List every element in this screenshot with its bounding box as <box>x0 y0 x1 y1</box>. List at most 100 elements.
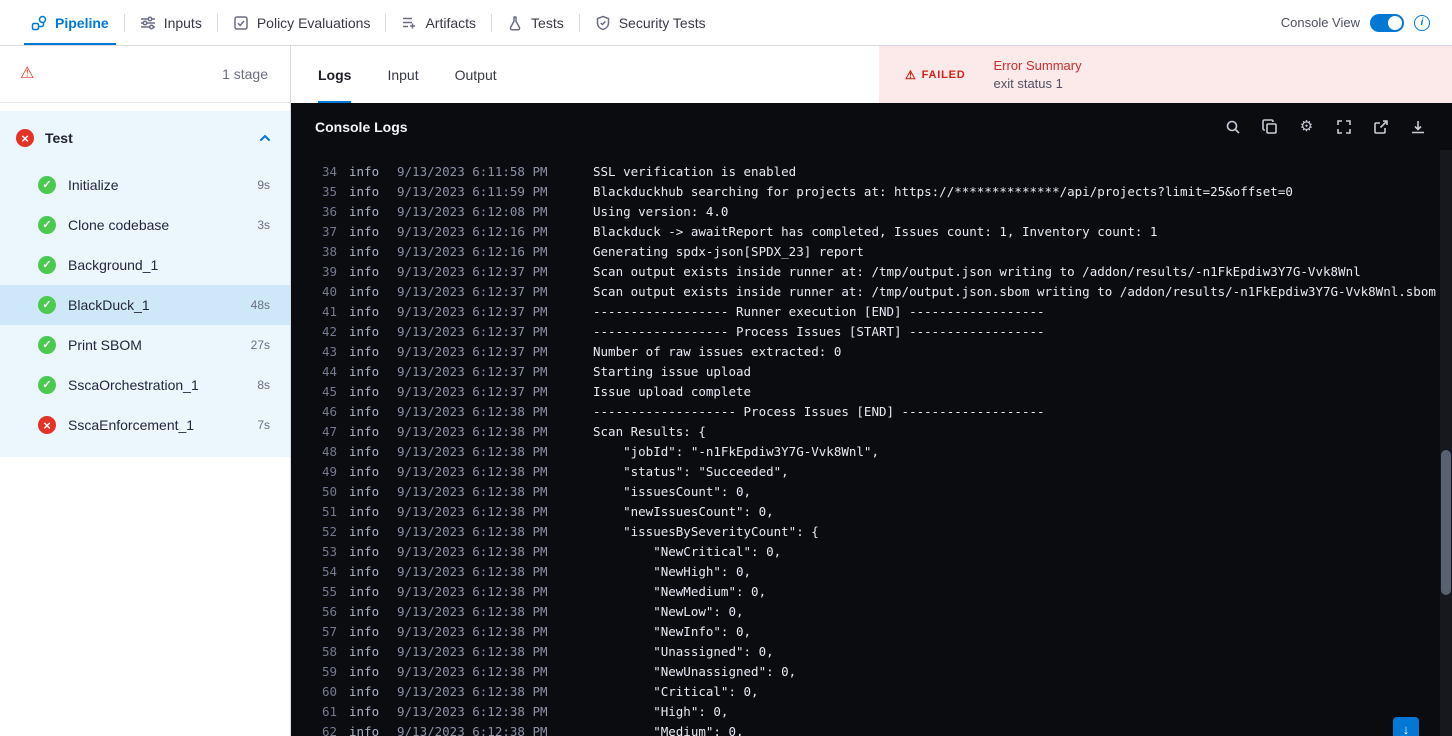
step-row[interactable]: ✓ Print SBOM 27s <box>0 325 290 365</box>
log-level: info <box>349 564 380 579</box>
log-line: 34 info 9/13/2023 6:11:58 PM SSL verific… <box>317 162 1422 182</box>
chevron-up-icon[interactable] <box>258 131 272 145</box>
failed-status-icon: × <box>16 129 34 147</box>
log-line-number: 44 <box>321 364 337 379</box>
log-message: "Critical": 0, <box>593 684 759 699</box>
tab-inputs-label: Inputs <box>163 14 202 31</box>
copy-icon[interactable] <box>1261 118 1278 135</box>
tab-logs[interactable]: Logs <box>318 46 352 103</box>
external-link-icon[interactable] <box>1372 118 1389 135</box>
log-message: "NewMedium": 0, <box>593 584 767 599</box>
step-duration: 3s <box>257 218 270 232</box>
tab-security-tests-label: Security Tests <box>618 14 706 31</box>
tab-output[interactable]: Output <box>455 46 497 103</box>
tab-inputs[interactable]: Inputs <box>125 0 217 45</box>
tab-input[interactable]: Input <box>387 46 418 103</box>
step-row[interactable]: ✓ SscaOrchestration_1 8s <box>0 365 290 405</box>
console-scrollbar-thumb[interactable] <box>1441 450 1451 595</box>
log-message: Blackduckhub searching for projects at: … <box>593 184 1293 199</box>
main-panel: Logs Input Output ⚠ FAILED Error Summary… <box>291 46 1452 736</box>
step-name: BlackDuck_1 <box>68 297 150 313</box>
log-line: 41 info 9/13/2023 6:12:37 PM -----------… <box>317 302 1422 322</box>
log-timestamp: 9/13/2023 6:12:38 PM <box>397 584 548 599</box>
failed-warning-icon: ⚠ <box>905 67 917 82</box>
log-level: info <box>349 724 380 736</box>
fullscreen-icon[interactable] <box>1335 118 1352 135</box>
tab-security-tests[interactable]: Security Tests <box>580 0 721 45</box>
step-row[interactable]: ✓ Initialize 9s <box>0 165 290 205</box>
tab-artifacts[interactable]: Artifacts <box>386 0 491 45</box>
tab-tests[interactable]: Tests <box>492 0 579 45</box>
log-message: "issuesCount": 0, <box>593 484 752 499</box>
console-view-toggle[interactable] <box>1370 13 1404 32</box>
log-message: "Medium": 0, <box>593 724 744 736</box>
log-level: info <box>349 264 380 279</box>
console-scrollbar-track[interactable] <box>1440 150 1452 736</box>
step-duration: 48s <box>250 298 270 312</box>
step-duration: 27s <box>250 338 270 352</box>
log-message: Scan output exists inside runner at: /tm… <box>593 264 1361 279</box>
log-line-number: 48 <box>321 444 337 459</box>
log-line-number: 49 <box>321 464 337 479</box>
log-message: "NewHigh": 0, <box>593 564 752 579</box>
log-message: Scan output exists inside runner at: /tm… <box>593 284 1436 299</box>
log-line-number: 59 <box>321 664 337 679</box>
info-icon[interactable]: i <box>1414 14 1430 31</box>
scroll-to-bottom-button[interactable]: ↓ <box>1393 717 1419 736</box>
success-status-icon: ✓ <box>38 296 56 314</box>
stage-header[interactable]: × Test <box>0 111 290 165</box>
log-level: info <box>349 424 380 439</box>
log-message: ------------------ Runner execution [END… <box>593 304 1045 319</box>
artifacts-icon <box>401 15 417 31</box>
log-line: 36 info 9/13/2023 6:12:08 PM Using versi… <box>317 202 1422 222</box>
log-message: "jobId": "-n1FkEpdiw3Y7G-Vvk8Wnl", <box>593 444 879 459</box>
error-summary-message: exit status 1 <box>993 76 1063 91</box>
log-level: info <box>349 184 380 199</box>
log-level: info <box>349 464 380 479</box>
download-icon[interactable] <box>1409 118 1426 135</box>
log-level: info <box>349 224 380 239</box>
log-line: 56 info 9/13/2023 6:12:38 PM "NewLow": 0… <box>317 602 1422 622</box>
log-line: 49 info 9/13/2023 6:12:38 PM "status": "… <box>317 462 1422 482</box>
success-status-icon: ✓ <box>38 176 56 194</box>
log-level: info <box>349 644 380 659</box>
log-level: info <box>349 584 380 599</box>
log-timestamp: 9/13/2023 6:12:37 PM <box>397 344 548 359</box>
step-row[interactable]: × SscaEnforcement_1 7s <box>0 405 290 445</box>
stage-count: 1 stage <box>222 66 268 82</box>
step-row[interactable]: ✓ Background_1 <box>0 245 290 285</box>
step-row[interactable]: ✓ BlackDuck_1 48s <box>0 285 290 325</box>
log-line-number: 42 <box>321 324 337 339</box>
search-icon[interactable] <box>1224 118 1241 135</box>
log-level: info <box>349 364 380 379</box>
log-line: 51 info 9/13/2023 6:12:38 PM "newIssuesC… <box>317 502 1422 522</box>
failed-badge: ⚠ FAILED <box>905 68 965 82</box>
success-status-icon: ✓ <box>38 216 56 234</box>
app-window: Pipeline Inputs Policy Evaluations Artif… <box>0 0 1452 736</box>
log-line: 54 info 9/13/2023 6:12:38 PM "NewHigh": … <box>317 562 1422 582</box>
pipeline-icon <box>31 15 47 31</box>
tab-policy-evaluations[interactable]: Policy Evaluations <box>218 0 386 45</box>
tab-pipeline[interactable]: Pipeline <box>16 0 124 45</box>
log-message: "NewUnassigned": 0, <box>593 664 797 679</box>
log-line: 40 info 9/13/2023 6:12:37 PM Scan output… <box>317 282 1436 302</box>
tab-policy-evaluations-label: Policy Evaluations <box>256 14 371 31</box>
log-message: "issuesBySeverityCount": { <box>593 524 819 539</box>
log-line-number: 53 <box>321 544 337 559</box>
log-timestamp: 9/13/2023 6:12:38 PM <box>397 424 548 439</box>
log-line-number: 43 <box>321 344 337 359</box>
stage-sidebar: ⚠ 1 stage × Test ✓ Initialize 9s ✓ Clone… <box>0 46 291 736</box>
step-name: Initialize <box>68 177 119 193</box>
step-duration: 8s <box>257 378 270 392</box>
log-line: 61 info 9/13/2023 6:12:38 PM "High": 0, <box>317 702 1422 722</box>
log-timestamp: 9/13/2023 6:12:38 PM <box>397 624 548 639</box>
log-message: ------------------- Process Issues [END]… <box>593 404 1045 419</box>
gear-icon[interactable]: ⚙ <box>1298 118 1315 135</box>
log-level: info <box>349 204 380 219</box>
log-line-number: 38 <box>321 244 337 259</box>
step-row[interactable]: ✓ Clone codebase 3s <box>0 205 290 245</box>
log-line: 43 info 9/13/2023 6:12:37 PM Number of r… <box>317 342 1422 362</box>
console-log-area[interactable]: 34 info 9/13/2023 6:11:58 PM SSL verific… <box>291 150 1452 736</box>
log-line: 57 info 9/13/2023 6:12:38 PM "NewInfo": … <box>317 622 1422 642</box>
log-timestamp: 9/13/2023 6:12:37 PM <box>397 264 548 279</box>
